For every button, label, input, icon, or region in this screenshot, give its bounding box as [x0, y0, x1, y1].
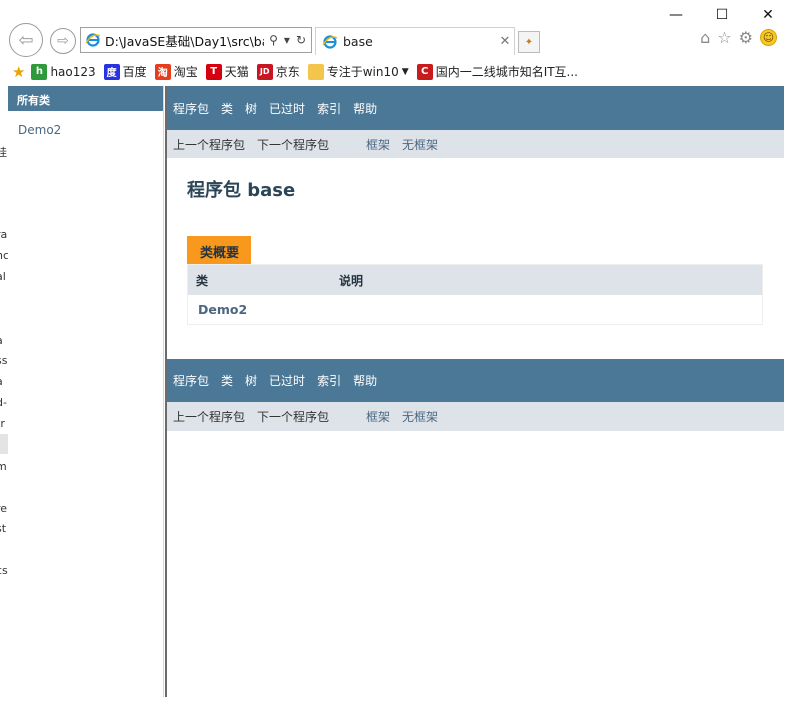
tmall-icon: T	[205, 63, 222, 80]
fav-label: 国内一二线城市知名IT互...	[435, 65, 579, 79]
tab-title: base	[343, 34, 373, 49]
baidu-icon: 度	[103, 63, 120, 80]
class-summary-caption: 类概要	[187, 236, 252, 264]
fav-label: hao123	[50, 64, 96, 79]
truncated-text: ra	[0, 228, 8, 241]
refresh-icon[interactable]: ↻	[296, 33, 306, 47]
browser-tools: ⌂ ☆ ⚙ ☺	[700, 28, 777, 47]
truncated-text: 挂	[0, 146, 7, 159]
all-classes-frame: 所有类 Demo2	[8, 86, 163, 697]
nav-tree[interactable]: 树	[245, 372, 257, 389]
bottom-sub-navbar: 上一个程序包 下一个程序包 框架 无框架	[167, 402, 784, 431]
nav-package: 程序包	[173, 101, 210, 116]
tab-base[interactable]: base ✕	[315, 27, 515, 55]
feedback-smiley-icon[interactable]: ☺	[760, 29, 777, 46]
forward-button[interactable]: ⇨	[50, 28, 76, 54]
address-bar[interactable]: D:\JavaSE基础\Day1\src\ba ⚲ ▾ ↻	[80, 27, 312, 53]
fav-win10-folder[interactable]: 专注于win10 ▼	[307, 63, 409, 80]
fav-csdn[interactable]: C 国内一二线城市知名IT互...	[416, 63, 579, 80]
main-frame: 程序包 类 树 已过时 索引 帮助 上一个程序包 下一个程序包 框架 无框架 程…	[167, 86, 784, 697]
home-icon[interactable]: ⌂	[700, 28, 710, 47]
truncated-text: a	[0, 334, 3, 347]
gear-icon[interactable]: ⚙	[739, 28, 753, 47]
truncated-text: a	[0, 375, 3, 388]
address-tools: ⚲ ▾ ↻	[264, 33, 311, 47]
taobao-icon: 淘	[154, 63, 171, 80]
nav-tree[interactable]: 树	[245, 100, 257, 117]
sub-navbar: 上一个程序包 下一个程序包 框架 无框架	[167, 130, 784, 158]
fav-tmall[interactable]: T 天猫	[205, 63, 249, 80]
next-package: 下一个程序包	[257, 137, 330, 152]
bottom-navbar: 程序包 类 树 已过时 索引 帮助	[167, 359, 784, 402]
fav-label: 天猫	[224, 65, 249, 79]
class-summary-table: 类 说明 Demo2	[187, 264, 763, 325]
page-title: 程序包 base	[187, 180, 296, 201]
top-navbar: 程序包 类 树 已过时 索引 帮助	[167, 86, 784, 130]
nav-package: 程序包	[173, 374, 210, 388]
address-text[interactable]: D:\JavaSE基础\Day1\src\ba	[105, 31, 264, 50]
truncated-text: nc	[0, 249, 8, 262]
fav-baidu[interactable]: 度 百度	[103, 63, 147, 80]
fav-jd[interactable]: JD 京东	[256, 63, 300, 80]
fav-label: 百度	[122, 65, 147, 79]
new-tab-button[interactable]: ✦	[518, 31, 540, 53]
all-classes-header: 所有类	[8, 86, 163, 111]
fav-label: 淘宝	[173, 65, 198, 79]
browser-navbar: ⇦ ⇨ D:\JavaSE基础\Day1\src\ba ⚲ ▾ ↻ base ✕	[0, 22, 791, 58]
search-icon[interactable]: ⚲	[269, 33, 278, 47]
class-link-demo2[interactable]: Demo2	[8, 111, 163, 137]
no-frames-link[interactable]: 无框架	[402, 136, 438, 153]
frames-link[interactable]: 框架	[366, 136, 390, 153]
selection-highlight	[0, 434, 8, 454]
favorites-bar: ★ h hao123 度 百度 淘 淘宝 T 天猫 JD 京东 专注于win10…	[0, 58, 791, 85]
nav-deprecated[interactable]: 已过时	[269, 372, 305, 389]
nav-help[interactable]: 帮助	[353, 100, 377, 117]
class-link-demo2[interactable]: Demo2	[188, 302, 247, 317]
csdn-icon: C	[416, 63, 433, 80]
truncated-frame: 挂 ra nc al a ss a d- tr m re st cs	[0, 86, 8, 697]
truncated-text: cs	[0, 564, 8, 577]
bottom-nav: 程序包 类 树 已过时 索引 帮助 上一个程序包 下一个程序包 框架 无框架	[167, 359, 784, 431]
column-class: 类	[196, 273, 209, 288]
ie-tab-icon	[322, 34, 338, 49]
fav-label: 京东	[275, 65, 300, 79]
truncated-text: re	[0, 502, 8, 515]
favorites-star-icon[interactable]: ☆	[717, 28, 731, 47]
column-description: 说明	[339, 273, 364, 288]
fav-label: 专注于win10	[326, 65, 399, 79]
back-button[interactable]: ⇦	[9, 23, 43, 57]
hao123-icon: h	[31, 63, 48, 80]
truncated-text: tr	[0, 417, 5, 430]
folder-icon	[307, 63, 324, 80]
add-favorite-icon[interactable]: ★	[12, 63, 25, 81]
browser-window: — ☐ ✕ ⇦ ⇨ D:\JavaSE基础\Day1\src\ba ⚲ ▾ ↻	[0, 0, 791, 704]
ie-page-icon	[85, 33, 101, 47]
class-summary: 类概要 类 说明 Demo2	[187, 236, 763, 325]
nav-deprecated[interactable]: 已过时	[269, 100, 305, 117]
table-header: 类 说明	[188, 265, 762, 295]
truncated-text: m	[0, 460, 7, 473]
truncated-text: ss	[0, 354, 8, 367]
nav-class: 类	[221, 374, 234, 388]
close-tab-icon[interactable]: ✕	[496, 34, 514, 49]
nav-index[interactable]: 索引	[317, 100, 341, 117]
nav-class: 类	[221, 101, 234, 116]
nav-help[interactable]: 帮助	[353, 372, 377, 389]
page-content: 挂 ra nc al a ss a d- tr m re st cs 所有类 D…	[0, 86, 785, 697]
table-row: Demo2	[188, 295, 762, 324]
frames-link[interactable]: 框架	[366, 408, 390, 425]
nav-index[interactable]: 索引	[317, 372, 341, 389]
fav-taobao[interactable]: 淘 淘宝	[154, 63, 198, 80]
chevron-down-icon[interactable]: ▼	[402, 67, 409, 77]
truncated-text: d-	[0, 396, 7, 409]
truncated-text: al	[0, 270, 6, 283]
prev-package: 上一个程序包	[173, 410, 246, 424]
truncated-text: st	[0, 522, 7, 535]
prev-package: 上一个程序包	[173, 137, 246, 152]
jd-icon: JD	[256, 63, 273, 80]
no-frames-link[interactable]: 无框架	[402, 408, 438, 425]
chevron-down-icon[interactable]: ▾	[284, 33, 290, 47]
fav-hao123[interactable]: h hao123	[31, 63, 96, 80]
next-package: 下一个程序包	[257, 410, 330, 424]
